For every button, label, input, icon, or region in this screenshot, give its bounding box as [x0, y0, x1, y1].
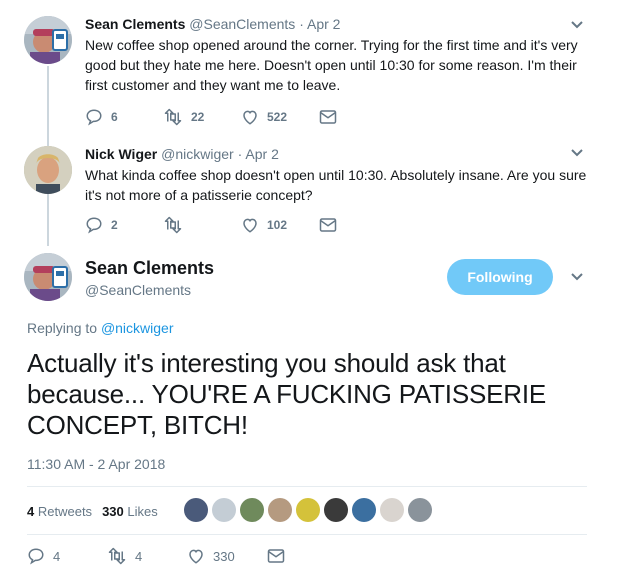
likes-stat-count: 330 [102, 503, 124, 519]
main-tweet-text: Actually it's interesting you should ask… [27, 348, 546, 440]
retweet-button[interactable] [163, 216, 241, 234]
liker-avatars [184, 498, 436, 522]
separator-dot: · [299, 16, 304, 32]
retweets-stat[interactable]: 4 Retweets [27, 504, 92, 519]
tweet-actions: 6 22 522 [85, 107, 590, 127]
tweet-stats: 4 Retweets 330 Likes [27, 498, 168, 524]
dm-button[interactable] [319, 217, 397, 233]
liker-avatar[interactable] [184, 498, 208, 522]
tweet-2: Nick Wiger @nickwiger · Apr 2 What kinda… [85, 145, 590, 235]
like-button[interactable]: 102 [241, 216, 319, 234]
likes-stat-label: Likes [127, 503, 158, 519]
avatar[interactable] [24, 16, 72, 64]
main-tweet-header: Sean Clements @SeanClements [85, 257, 214, 301]
retweet-count: 22 [191, 110, 205, 124]
reply-icon [28, 548, 44, 565]
like-icon [189, 549, 203, 564]
following-button[interactable]: Following [447, 259, 553, 295]
retweet-count: 4 [135, 548, 143, 564]
reply-icon [86, 109, 102, 126]
chevron-down-icon [571, 273, 583, 281]
tweet-text: New coffee shop opened around the corner… [85, 37, 578, 93]
replying-prefix: Replying to [27, 320, 98, 336]
tweet-1: Sean Clements @SeanClements · Apr 2 New … [85, 15, 590, 127]
retweet-icon [164, 108, 182, 126]
dm-icon [319, 110, 337, 124]
tweet-menu-caret[interactable] [568, 144, 586, 162]
like-button[interactable]: 522 [241, 108, 319, 126]
liker-avatar[interactable] [380, 498, 404, 522]
divider [27, 534, 587, 535]
chevron-down-icon [571, 21, 583, 29]
like-count: 330 [213, 548, 235, 564]
reply-button[interactable]: 6 [85, 108, 163, 126]
avatar[interactable] [24, 146, 72, 194]
like-button[interactable]: 330 [187, 547, 267, 565]
main-tweet-actions: 4 4 330 [27, 547, 347, 565]
mention-link[interactable]: @nickwiger [101, 320, 174, 336]
author-handle[interactable]: @SeanClements [85, 279, 214, 301]
author-name[interactable]: Sean Clements [85, 257, 214, 279]
liker-avatar[interactable] [324, 498, 348, 522]
dm-icon [267, 549, 285, 563]
retweet-button[interactable]: 22 [163, 108, 241, 126]
author-name[interactable]: Sean Clements [85, 16, 185, 32]
liker-avatar[interactable] [352, 498, 376, 522]
liker-avatar[interactable] [268, 498, 292, 522]
thread-line [47, 66, 49, 146]
like-count: 102 [267, 218, 288, 232]
avatar[interactable] [24, 253, 72, 301]
liker-avatar[interactable] [212, 498, 236, 522]
tweet-actions: 2 102 [85, 215, 590, 235]
reply-button[interactable]: 2 [85, 216, 163, 234]
dm-button[interactable] [319, 109, 397, 125]
retweets-stat-label: Retweets [37, 503, 93, 519]
dm-button[interactable] [267, 548, 347, 564]
reply-button[interactable]: 4 [27, 547, 107, 565]
tweet-date[interactable]: Apr 2 [307, 16, 340, 32]
liker-avatar[interactable] [408, 498, 432, 522]
reply-count: 6 [111, 110, 118, 124]
chevron-down-icon [571, 149, 583, 157]
retweet-icon [164, 216, 182, 234]
reply-count: 4 [53, 548, 61, 564]
retweets-stat-count: 4 [27, 503, 35, 519]
like-icon [243, 218, 257, 233]
liker-avatar[interactable] [296, 498, 320, 522]
divider [27, 486, 587, 487]
replying-to: Replying to @nickwiger [27, 320, 174, 336]
thread-line [47, 194, 49, 246]
tweet-timestamp[interactable]: 11:30 AM - 2 Apr 2018 [27, 456, 165, 472]
reply-count: 2 [111, 218, 118, 232]
like-icon [243, 110, 257, 125]
tweet-text: What kinda coffee shop doesn't open unti… [85, 167, 587, 203]
liker-avatar[interactable] [240, 498, 264, 522]
author-handle[interactable]: @nickwiger [161, 146, 234, 162]
tweet-menu-caret[interactable] [568, 16, 586, 34]
retweet-icon [108, 547, 126, 565]
author-name[interactable]: Nick Wiger [85, 146, 157, 162]
tweet-menu-caret[interactable] [568, 268, 586, 286]
likes-stat[interactable]: 330 Likes [102, 504, 158, 519]
retweet-button[interactable]: 4 [107, 547, 187, 565]
like-count: 522 [267, 110, 288, 124]
dm-icon [319, 218, 337, 232]
tweet-date[interactable]: Apr 2 [245, 146, 278, 162]
reply-icon [86, 217, 102, 234]
separator-dot: · [237, 146, 243, 162]
author-handle[interactable]: @SeanClements [189, 16, 295, 32]
